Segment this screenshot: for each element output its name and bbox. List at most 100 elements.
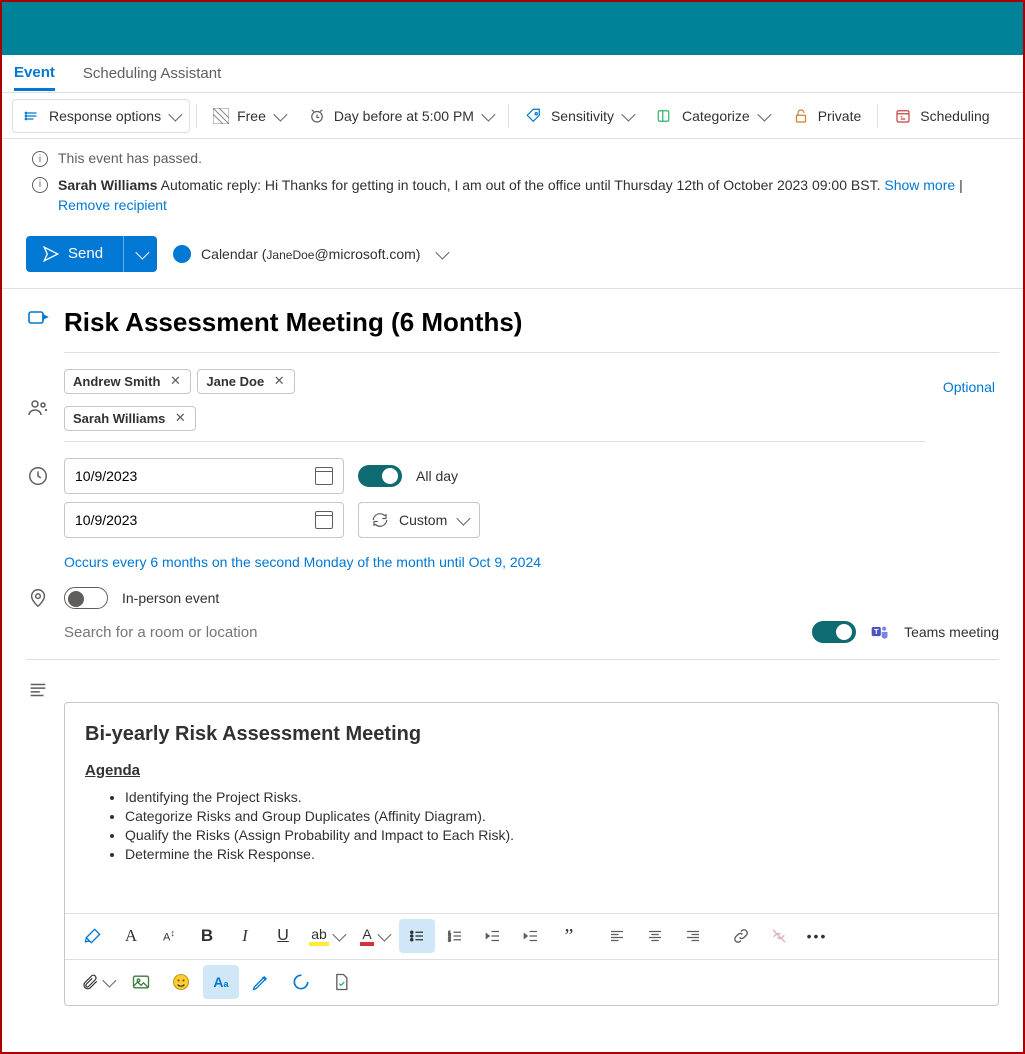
insert-link-button[interactable] — [723, 919, 759, 953]
tag-icon — [525, 107, 543, 125]
private-button[interactable]: Private — [782, 99, 872, 133]
busy-status-button[interactable]: Free — [203, 99, 294, 133]
format-painter-button[interactable] — [75, 919, 111, 953]
chevron-down-icon — [332, 928, 346, 942]
attach-button[interactable] — [75, 965, 119, 999]
reminder-label: Day before at 5:00 PM — [334, 108, 474, 124]
calendar-icon[interactable] — [315, 511, 333, 529]
response-options-button[interactable]: Response options — [12, 99, 190, 133]
busy-status-label: Free — [237, 108, 266, 124]
remove-attendee-button[interactable]: ✕ — [272, 374, 286, 388]
description-editor[interactable]: Bi-yearly Risk Assessment Meeting Agenda… — [64, 702, 999, 1006]
attendee-name: Sarah Williams — [73, 411, 165, 426]
svg-text:3: 3 — [448, 937, 451, 942]
window-titlebar — [2, 2, 1023, 55]
more-format-button[interactable]: ••• — [799, 919, 835, 953]
show-more-link[interactable]: Show more — [884, 177, 955, 193]
insert-toolbar: Aa — [65, 959, 998, 1005]
highlight-button[interactable]: ab — [303, 919, 349, 953]
tab-scheduling-assistant[interactable]: Scheduling Assistant — [83, 59, 221, 88]
align-left-button[interactable] — [599, 919, 635, 953]
tab-event[interactable]: Event — [14, 58, 55, 91]
underline-button[interactable]: U — [265, 919, 301, 953]
font-size-button[interactable]: A↕ — [151, 919, 187, 953]
bold-button[interactable]: B — [189, 919, 225, 953]
editor-button[interactable] — [323, 965, 359, 999]
clock-icon — [27, 465, 49, 487]
quote-button[interactable]: ” — [551, 919, 587, 953]
indent-icon — [522, 927, 540, 945]
unlink-icon — [770, 927, 788, 945]
calendar-color-dot — [173, 245, 191, 263]
optional-attendees-link[interactable]: Optional — [939, 373, 999, 401]
scheduling-label: Scheduling — [920, 108, 989, 124]
categorize-icon — [656, 107, 674, 125]
recurrence-dropdown[interactable]: Custom — [358, 502, 480, 538]
signature-button[interactable] — [243, 965, 279, 999]
loop-button[interactable] — [283, 965, 319, 999]
pen-icon — [251, 972, 271, 992]
agenda-item: Categorize Risks and Group Duplicates (A… — [125, 808, 978, 824]
attendees-row: Andrew Smith ✕ Jane Doe ✕ Sarah Williams… — [2, 365, 1023, 446]
send-dropdown[interactable] — [123, 236, 157, 272]
remove-recipient-link[interactable]: Remove recipient — [58, 197, 167, 213]
categorize-label: Categorize — [682, 108, 750, 124]
bullet-list-button[interactable] — [399, 919, 435, 953]
agenda-item: Determine the Risk Response. — [125, 846, 978, 862]
start-date-field[interactable] — [64, 458, 344, 494]
end-date-field[interactable] — [64, 502, 344, 538]
font-button[interactable]: A — [113, 919, 149, 953]
categorize-button[interactable]: Categorize — [646, 99, 778, 133]
chevron-down-icon — [757, 107, 771, 121]
send-button[interactable]: Send — [26, 245, 123, 263]
all-day-toggle[interactable] — [358, 465, 402, 487]
remove-link-button[interactable] — [761, 919, 797, 953]
calendar-icon[interactable] — [315, 467, 333, 485]
remove-attendee-button[interactable]: ✕ — [168, 374, 182, 388]
in-person-toggle[interactable] — [64, 587, 108, 609]
align-right-button[interactable] — [675, 919, 711, 953]
send-button-group: Send — [26, 236, 157, 272]
text-format-toggle[interactable]: Aa — [203, 965, 239, 999]
insert-picture-button[interactable] — [123, 965, 159, 999]
recurrence-summary[interactable]: Occurs every 6 months on the second Mond… — [26, 546, 541, 570]
send-icon — [42, 245, 60, 263]
all-day-label: All day — [416, 468, 458, 484]
calendar-label: Calendar (JaneDoe@microsoft.com) — [201, 246, 420, 262]
font-color-button[interactable]: A — [351, 919, 397, 953]
increase-indent-button[interactable] — [513, 919, 549, 953]
location-input[interactable] — [64, 618, 798, 647]
location-pin-icon — [27, 587, 49, 609]
align-left-icon — [608, 927, 626, 945]
chevron-down-icon — [621, 107, 635, 121]
event-title-input[interactable] — [64, 301, 999, 353]
align-center-button[interactable] — [637, 919, 673, 953]
decrease-indent-button[interactable] — [475, 919, 511, 953]
bullets-icon — [408, 927, 426, 945]
description-content[interactable]: Bi-yearly Risk Assessment Meeting Agenda… — [65, 703, 998, 913]
attendee-chips[interactable]: Andrew Smith ✕ Jane Doe ✕ Sarah Williams… — [64, 369, 925, 442]
chevron-down-icon — [102, 974, 116, 988]
chevron-down-icon — [168, 107, 182, 121]
response-icon — [23, 107, 41, 125]
attendee-chip: Jane Doe ✕ — [197, 369, 295, 394]
numbered-list-button[interactable]: 123 — [437, 919, 473, 953]
auto-reply-name: Sarah Williams — [58, 177, 157, 193]
teams-icon: T — [870, 622, 890, 642]
start-date-input[interactable] — [75, 468, 315, 484]
remove-attendee-button[interactable]: ✕ — [173, 411, 187, 425]
calendar-dropdown[interactable] — [436, 245, 450, 259]
end-date-input[interactable] — [75, 512, 315, 528]
insert-emoji-button[interactable] — [163, 965, 199, 999]
sensitivity-button[interactable]: Sensitivity — [515, 99, 642, 133]
teams-meeting-toggle[interactable] — [812, 621, 856, 643]
italic-button[interactable]: I — [227, 919, 263, 953]
reminder-button[interactable]: Day before at 5:00 PM — [298, 99, 502, 133]
alarm-clock-icon — [308, 107, 326, 125]
people-icon — [26, 396, 50, 420]
agenda-item: Qualify the Risks (Assign Probability an… — [125, 827, 978, 843]
scheduling-poll-button[interactable]: Scheduling — [884, 99, 999, 133]
picture-icon — [131, 972, 151, 992]
attendee-chip: Sarah Williams ✕ — [64, 406, 196, 431]
doc-check-icon — [331, 972, 351, 992]
